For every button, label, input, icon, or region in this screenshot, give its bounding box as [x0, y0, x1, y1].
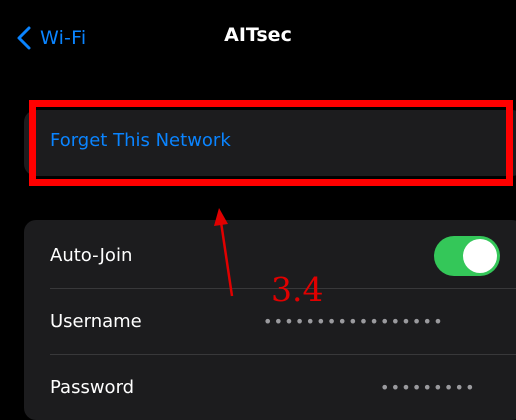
- annotation-step-label: 3.4: [271, 270, 324, 309]
- auto-join-toggle[interactable]: [434, 236, 500, 276]
- password-value: •••••••••: [380, 378, 476, 397]
- page-title: AITsec: [224, 24, 292, 46]
- highlight-box: [29, 100, 513, 186]
- auto-join-label: Auto-Join: [50, 244, 133, 266]
- username-label: Username: [50, 310, 142, 332]
- username-value: •••••••••••••••••: [263, 312, 444, 331]
- navigation-bar: Wi-Fi AITsec: [0, 0, 516, 60]
- toggle-knob: [463, 239, 497, 273]
- password-label: Password: [50, 376, 135, 398]
